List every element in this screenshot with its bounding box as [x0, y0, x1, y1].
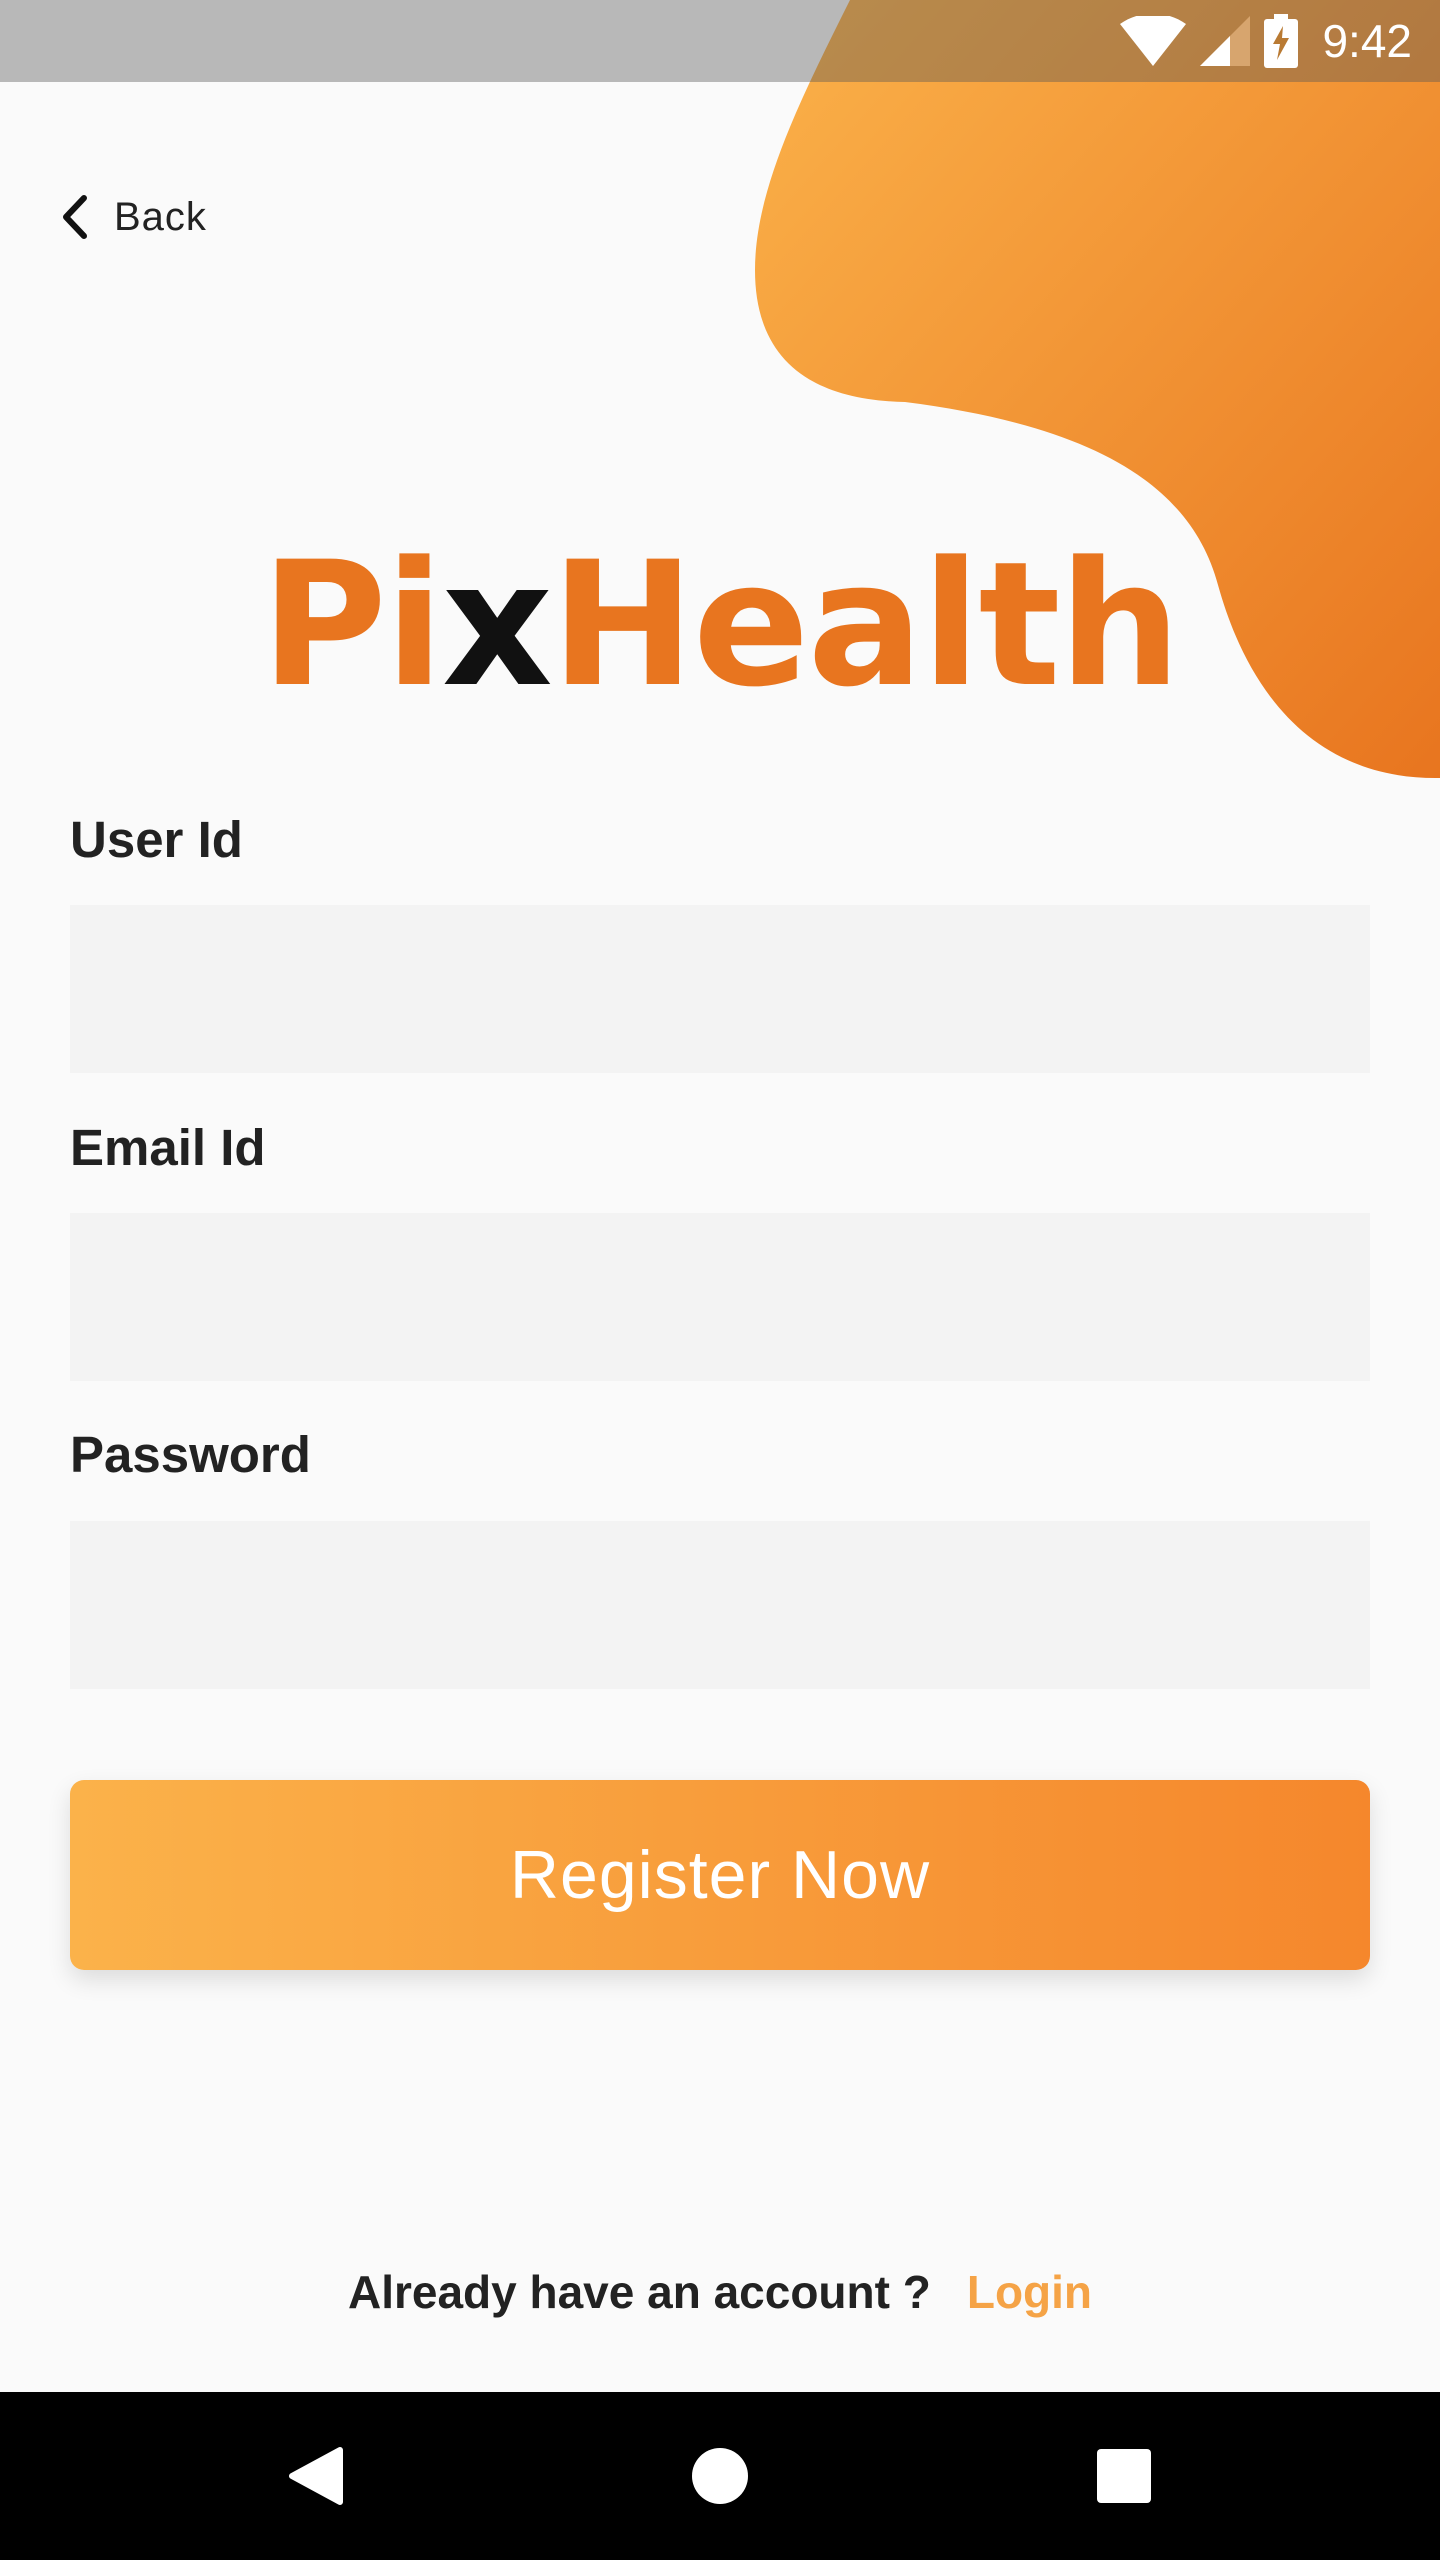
user-id-input[interactable] [70, 905, 1370, 1073]
signal-icon [1200, 16, 1251, 66]
chevron-left-icon [63, 195, 87, 239]
wifi-icon [1120, 16, 1187, 66]
battery-charging-icon [1264, 14, 1299, 68]
login-prompt-row: Already have an account ? Login [0, 2265, 1440, 2319]
password-input[interactable] [70, 1521, 1370, 1689]
status-time: 9:42 [1322, 15, 1412, 67]
app-logo: PixHealth [0, 535, 1440, 715]
nav-home-button[interactable] [636, 2392, 804, 2560]
nav-back-button[interactable] [232, 2392, 400, 2560]
back-button[interactable]: Back [60, 185, 207, 249]
login-link[interactable]: Login [967, 2265, 1092, 2319]
user-id-label: User Id [70, 811, 243, 868]
email-id-input[interactable] [70, 1213, 1370, 1381]
status-bar: 9:42 [0, 0, 1440, 82]
home-circle-icon [692, 2448, 748, 2504]
logo-text-health: Health [550, 524, 1181, 725]
navigation-bar [0, 2392, 1440, 2560]
nav-recents-button[interactable] [1040, 2392, 1208, 2560]
password-label: Password [70, 1426, 311, 1483]
email-id-label: Email Id [70, 1119, 266, 1176]
account-prompt-text: Already have an account ? [347, 2266, 931, 2318]
register-now-button[interactable]: Register Now [70, 1780, 1370, 1970]
recents-square-icon [1097, 2449, 1151, 2503]
logo-text-x: x [441, 524, 553, 725]
back-label: Back [114, 194, 207, 239]
logo-text-pi: Pi [260, 524, 444, 725]
back-triangle-icon [289, 2447, 343, 2505]
